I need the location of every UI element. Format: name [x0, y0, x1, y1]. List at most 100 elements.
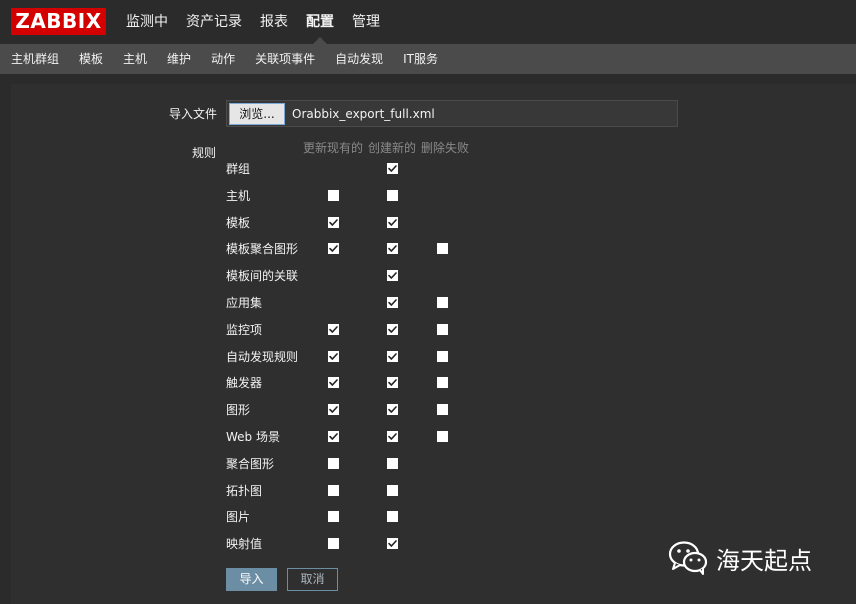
rule-row: 模板聚合图形 — [0, 239, 856, 259]
checkbox-create-new[interactable] — [387, 511, 398, 522]
checkbox-delete-missing[interactable] — [437, 324, 448, 335]
main-nav: 监测中 资产记录 报表 配置 管理 — [117, 0, 389, 44]
subnav-hosts[interactable]: 主机 — [113, 44, 157, 74]
rule-name: 群组 — [226, 162, 251, 176]
checkmark-icon — [388, 165, 397, 172]
checkbox-create-new[interactable] — [387, 485, 398, 496]
subnav-discovery[interactable]: 自动发现 — [325, 44, 393, 74]
checkbox-update-existing[interactable] — [328, 538, 339, 549]
checkbox-update-existing[interactable] — [328, 404, 339, 415]
nav-monitoring[interactable]: 监测中 — [117, 0, 177, 44]
subnav-event-correlation[interactable]: 关联项事件 — [245, 44, 325, 74]
checkmark-icon — [329, 406, 338, 413]
checkbox-create-new[interactable] — [387, 351, 398, 362]
checkmark-icon — [329, 245, 338, 252]
zabbix-logo[interactable]: ZABBIX — [11, 8, 106, 35]
rule-row: 主机 — [0, 186, 856, 206]
checkmark-icon — [329, 379, 338, 386]
rule-name: 模板 — [226, 216, 251, 230]
nav-reports[interactable]: 报表 — [251, 0, 297, 44]
import-button[interactable]: 导入 — [226, 568, 277, 591]
checkbox-create-new[interactable] — [387, 163, 398, 174]
subnav-host-groups[interactable]: 主机群组 — [1, 44, 69, 74]
checkmark-icon — [329, 353, 338, 360]
checkbox-create-new[interactable] — [387, 404, 398, 415]
sub-nav: 主机群组 模板 主机 维护 动作 关联项事件 自动发现 IT服务 — [0, 44, 856, 74]
checkbox-delete-missing[interactable] — [437, 351, 448, 362]
column-create-new: 创建新的 — [368, 141, 417, 155]
checkmark-icon — [388, 433, 397, 440]
checkbox-delete-missing[interactable] — [437, 431, 448, 442]
checkbox-update-existing[interactable] — [328, 324, 339, 335]
checkbox-create-new[interactable] — [387, 270, 398, 281]
checkbox-update-existing[interactable] — [328, 458, 339, 469]
checkmark-icon — [388, 299, 397, 306]
checkbox-create-new[interactable] — [387, 243, 398, 254]
nav-configuration[interactable]: 配置 — [297, 0, 343, 44]
rule-name: 模板间的关联 — [226, 269, 299, 283]
checkmark-icon — [329, 219, 338, 226]
rule-row: 模板间的关联 — [0, 266, 856, 286]
checkbox-update-existing[interactable] — [328, 485, 339, 496]
checkbox-create-new[interactable] — [387, 538, 398, 549]
subnav-it-services[interactable]: IT服务 — [393, 44, 448, 74]
rule-name: 聚合图形 — [226, 457, 275, 471]
nav-administration[interactable]: 管理 — [343, 0, 389, 44]
checkbox-update-existing[interactable] — [328, 377, 339, 388]
rule-name: 图形 — [226, 403, 251, 417]
checkbox-update-existing[interactable] — [328, 431, 339, 442]
import-file-label: 导入文件 — [168, 107, 217, 121]
wechat-icon — [668, 541, 708, 575]
rule-name: Web 场景 — [226, 430, 280, 444]
checkmark-icon — [388, 379, 397, 386]
rule-name: 映射值 — [226, 537, 263, 551]
checkmark-icon — [388, 540, 397, 547]
browse-button[interactable]: 浏览... — [229, 103, 285, 125]
checkbox-update-existing[interactable] — [328, 351, 339, 362]
rule-row: 群组 — [0, 159, 856, 179]
checkmark-icon — [388, 245, 397, 252]
watermark-text: 海天起点 — [716, 546, 812, 575]
rule-row: 图片 — [0, 507, 856, 527]
rule-name: 模板聚合图形 — [226, 242, 299, 256]
subnav-maintenance[interactable]: 维护 — [157, 44, 201, 74]
subnav-actions[interactable]: 动作 — [201, 44, 245, 74]
rule-row: 图形 — [0, 400, 856, 420]
rule-name: 图片 — [226, 510, 251, 524]
rule-name: 拓扑图 — [226, 484, 263, 498]
checkbox-delete-missing[interactable] — [437, 404, 448, 415]
checkbox-update-existing[interactable] — [328, 217, 339, 228]
checkbox-update-existing[interactable] — [328, 243, 339, 254]
nav-inventory[interactable]: 资产记录 — [177, 0, 251, 44]
rule-name: 监控项 — [226, 323, 263, 337]
file-name: Orabbix_export_full.xml — [292, 107, 435, 121]
top-bar: ZABBIX 监测中 资产记录 报表 配置 管理 — [0, 0, 856, 44]
rule-row: 监控项 — [0, 320, 856, 340]
cancel-button[interactable]: 取消 — [287, 568, 338, 591]
rule-row: 拓扑图 — [0, 481, 856, 501]
checkbox-create-new[interactable] — [387, 431, 398, 442]
checkmark-icon — [388, 219, 397, 226]
checkbox-update-existing[interactable] — [328, 511, 339, 522]
checkbox-delete-missing[interactable] — [437, 243, 448, 254]
checkbox-delete-missing[interactable] — [437, 377, 448, 388]
rule-row: 应用集 — [0, 293, 856, 313]
checkbox-create-new[interactable] — [387, 217, 398, 228]
column-delete-missing: 删除失败 — [421, 141, 470, 155]
rule-name: 应用集 — [226, 296, 263, 310]
checkbox-create-new[interactable] — [387, 190, 398, 201]
checkbox-create-new[interactable] — [387, 377, 398, 388]
checkbox-create-new[interactable] — [387, 324, 398, 335]
rule-row: 模板 — [0, 213, 856, 233]
subnav-templates[interactable]: 模板 — [69, 44, 113, 74]
checkbox-create-new[interactable] — [387, 458, 398, 469]
checkbox-update-existing[interactable] — [328, 190, 339, 201]
column-update-existing: 更新现有的 — [303, 141, 364, 155]
checkbox-create-new[interactable] — [387, 297, 398, 308]
rule-row: 自动发现规则 — [0, 347, 856, 367]
rule-row: 触发器 — [0, 373, 856, 393]
rule-name: 触发器 — [226, 376, 263, 390]
checkbox-delete-missing[interactable] — [437, 297, 448, 308]
file-input[interactable]: 浏览... Orabbix_export_full.xml — [226, 100, 678, 127]
checkmark-icon — [388, 406, 397, 413]
